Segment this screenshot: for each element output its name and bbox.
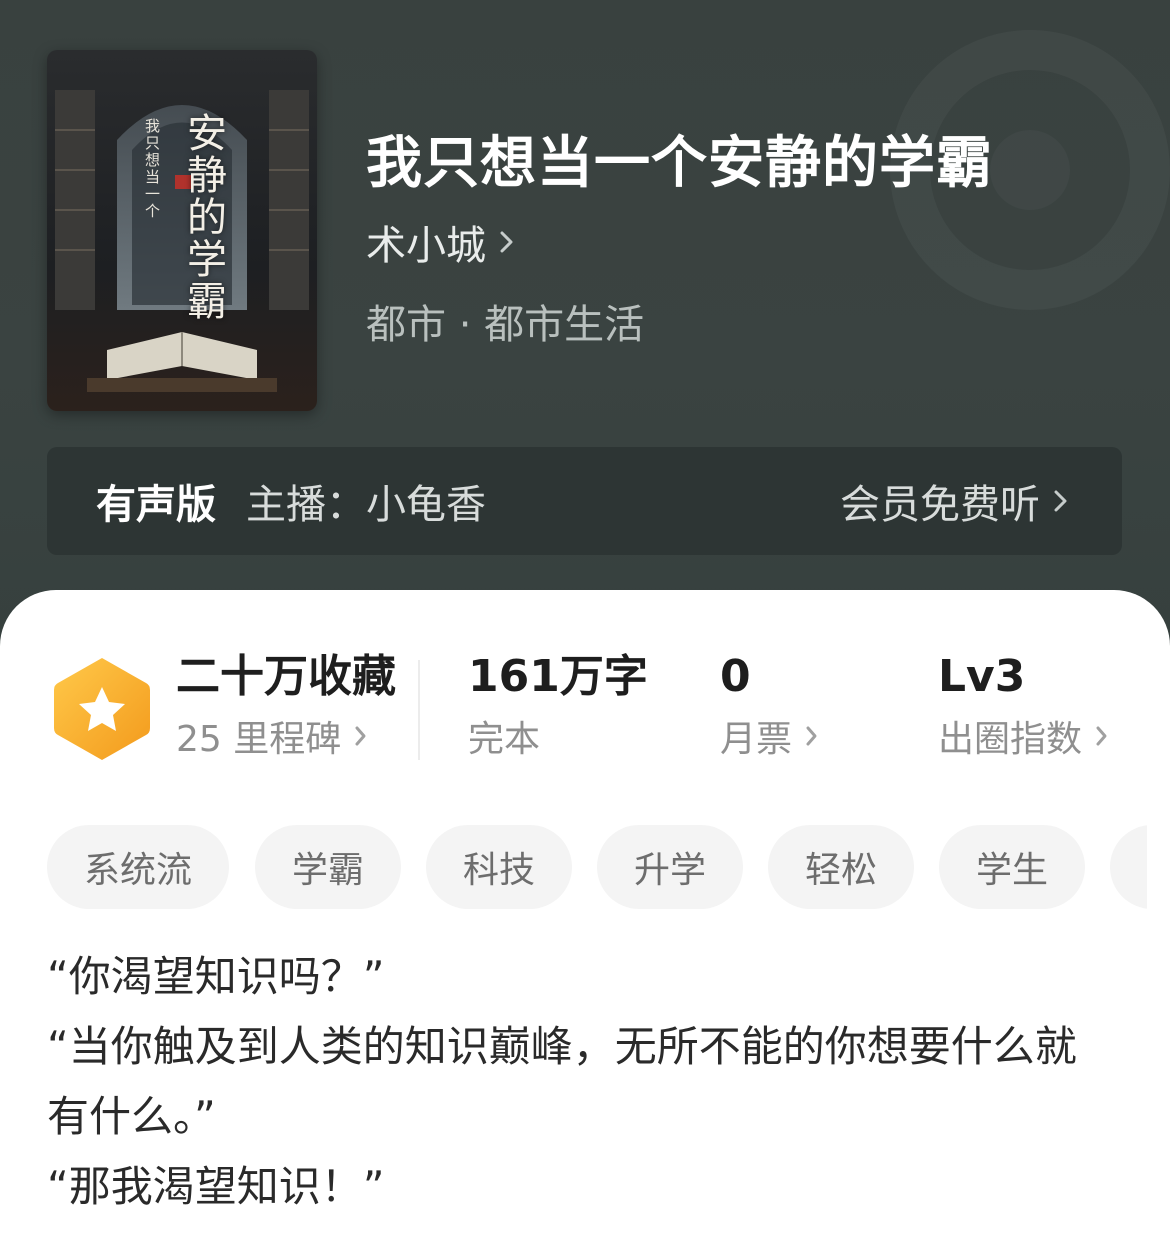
description-line: “当你触及到人类的知识巅峰，无所不能的你想要什么就有什么。” (47, 1022, 1077, 1141)
word-count: 161万字 (468, 651, 648, 702)
author-link[interactable]: 术小城 (366, 212, 516, 272)
book-header: 安静的学霸 我只想当一个 我只想当一个安静的学霸 术小城 都市 · 都市生活 有… (0, 0, 1170, 660)
collections-stat[interactable]: 二十万收藏 25 里程碑 (176, 648, 396, 766)
milestones-label: 25 里程碑 (176, 719, 342, 760)
word-count-stat: 161万字 完本 (468, 648, 648, 766)
chevron-right-icon (806, 726, 817, 746)
book-cover[interactable]: 安静的学霸 我只想当一个 (47, 50, 317, 411)
monthly-tickets-count: 0 (720, 651, 751, 702)
tag-list: 系统流 学霸 科技 升学 轻松 学生 (47, 825, 1147, 915)
tag-chip-partial[interactable] (1110, 825, 1147, 909)
chevron-right-icon (1054, 490, 1067, 512)
monthly-tickets-stat[interactable]: 0 月票 (720, 648, 820, 766)
audio-version-bar[interactable]: 有声版 主播：小龟香 会员免费听 (47, 447, 1122, 555)
chevron-right-icon (355, 726, 366, 746)
book-title: 我只想当一个安静的学霸 (366, 131, 993, 196)
chevron-right-icon (500, 231, 513, 253)
genre-label[interactable]: 都市 · 都市生活 (366, 292, 644, 350)
tag-chip[interactable]: 学生 (939, 825, 1085, 909)
cover-title: 安静的学霸 (180, 112, 226, 322)
tag-chip[interactable]: 系统流 (47, 825, 229, 909)
tag-chip[interactable]: 升学 (597, 825, 743, 909)
author-name: 术小城 (366, 223, 486, 269)
collections-count: 二十万收藏 (176, 651, 396, 702)
book-description: “你渴望知识吗？” “当你触及到人类的知识巅峰，无所不能的你想要什么就有什么。”… (47, 942, 1107, 1222)
vip-listen-label: 会员免费听 (840, 482, 1040, 528)
level-label: 出圈指数 (938, 719, 1083, 760)
monthly-tickets-label: 月票 (720, 719, 793, 760)
level-value: Lv3 (938, 651, 1026, 702)
popularity-level-stat[interactable]: Lv3 出圈指数 (938, 648, 1110, 766)
tag-chip[interactable]: 学霸 (255, 825, 401, 909)
tag-chip[interactable]: 轻松 (768, 825, 914, 909)
audio-version-label: 有声版 (96, 482, 216, 528)
tag-chip[interactable]: 科技 (426, 825, 572, 909)
completion-status: 完本 (468, 719, 541, 760)
vip-listen-link[interactable]: 会员免费听 (840, 447, 1070, 555)
star-badge-icon (54, 658, 150, 760)
info-panel: 二十万收藏 25 里程碑 161万字 完本 0 月票 Lv3 出圈指数 系统流 … (0, 590, 1170, 1244)
stat-divider (418, 660, 420, 760)
chevron-right-icon (1096, 726, 1107, 746)
description-line: “那我渴望知识！” (47, 1162, 385, 1211)
narrator-label: 主播：小龟香 (246, 482, 486, 528)
cover-subtitle: 我只想当一个 (143, 118, 161, 220)
description-line: “你渴望知识吗？” (47, 952, 385, 1001)
